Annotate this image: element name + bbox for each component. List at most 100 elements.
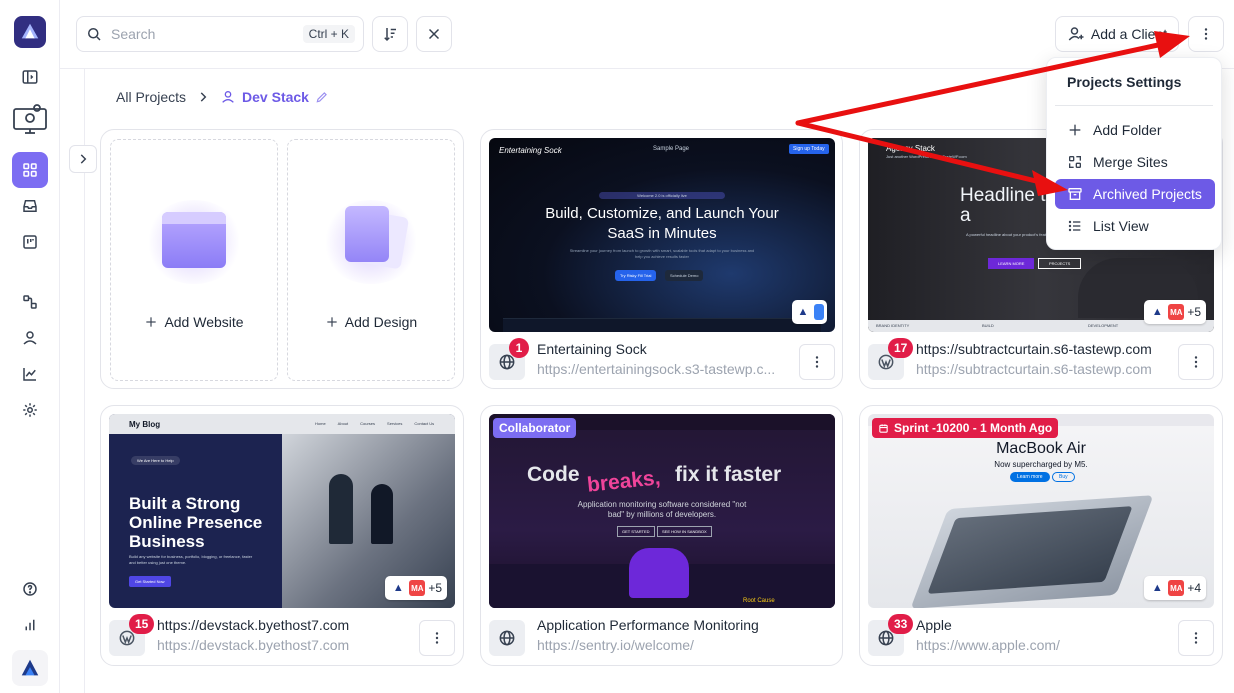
add-items-card: Add Website Add Design	[100, 129, 464, 389]
board-icon[interactable]	[12, 224, 48, 260]
client-user-icon	[222, 91, 234, 103]
assignee-avatar: MA	[1168, 580, 1185, 596]
thumb-sub: Application monitoring software consider…	[577, 500, 747, 519]
project-meta: 15 https://devstack.byethost7.com https:…	[109, 614, 455, 660]
notification-count: 1	[509, 338, 529, 358]
project-url[interactable]: https://subtractcurtain.s6-tastewp.com	[916, 361, 1166, 377]
add-client-button[interactable]: Add a Client	[1055, 16, 1179, 52]
more-options-button[interactable]	[1188, 16, 1224, 52]
project-thumbnail[interactable]: My Blog Home About Courses Services Cont…	[109, 414, 455, 608]
help-icon[interactable]	[12, 571, 48, 607]
sort-button[interactable]	[372, 16, 408, 52]
sidebar	[0, 0, 60, 693]
notification-count: 33	[888, 614, 914, 634]
plus-icon	[1069, 124, 1081, 136]
assignee-logo-icon: ▲	[795, 304, 811, 320]
breadcrumb-current[interactable]: Dev Stack	[220, 89, 329, 105]
add-design-tile[interactable]: Add Design	[287, 139, 455, 381]
search-box[interactable]: Ctrl + K	[76, 16, 364, 52]
project-url[interactable]: https://www.apple.com/	[916, 637, 1166, 653]
menu-item-list-view[interactable]: List View	[1055, 211, 1215, 241]
menu-item-add-folder[interactable]: Add Folder	[1055, 115, 1215, 145]
project-url[interactable]: https://sentry.io/welcome/	[537, 637, 787, 653]
add-website-label: Add Website	[144, 314, 244, 330]
app-root: Ctrl + K Add a Client All Projects Dev S…	[0, 0, 1234, 693]
project-title[interactable]: Apple	[916, 617, 952, 633]
project-title[interactable]: https://devstack.byethost7.com	[157, 617, 349, 633]
project-title[interactable]: Application Performance Monitoring	[537, 617, 759, 633]
assignees-chip[interactable]: ▲ MA +5	[385, 576, 447, 600]
assignee-logo-icon: ▲	[390, 580, 407, 596]
collaborator-tag: Collaborator	[493, 418, 577, 438]
globe-icon: 33	[868, 614, 914, 656]
toggle-sidebar-icon[interactable]	[12, 59, 48, 95]
website-illustration-icon	[134, 192, 254, 292]
menu-item-label: Add Folder	[1093, 122, 1162, 138]
close-icon	[428, 28, 440, 40]
project-card[interactable]: Code breaks, fix it faster Application m…	[480, 405, 843, 666]
expand-panel-button[interactable]	[69, 145, 97, 173]
brand-logo-icon[interactable]	[12, 650, 48, 686]
assignees-chip[interactable]: ▲	[792, 300, 827, 324]
merge-icon	[1069, 156, 1081, 168]
thumb-pill: Welcome 2.0 is officially live	[599, 192, 725, 199]
thumb-sub: Now supercharged by M5.	[994, 460, 1088, 469]
extra-assignees: +4	[1187, 581, 1201, 595]
add-client-label: Add a Client	[1090, 26, 1168, 42]
thumb-nav: Sample Page	[653, 146, 690, 152]
thumb-secondary-btn: PROJECTS	[1038, 258, 1082, 269]
thumb-primary-btn: Try Risky Fill Trial	[615, 270, 657, 281]
wordpress-icon: 17	[868, 338, 914, 380]
user-icon[interactable]	[12, 320, 48, 356]
workflow-icon[interactable]	[12, 284, 48, 320]
inbox-icon[interactable]	[12, 188, 48, 224]
app-logo[interactable]	[14, 16, 46, 48]
project-menu-button[interactable]	[1178, 620, 1214, 656]
calendar-icon	[879, 423, 888, 433]
project-menu-button[interactable]	[799, 344, 835, 380]
assignees-chip[interactable]: ▲ MA +4	[1144, 576, 1206, 600]
settings-gear-icon[interactable]	[12, 392, 48, 428]
project-url[interactable]: https://entertainingsock.s3-tastewp.c...	[537, 361, 787, 377]
assignees-chip[interactable]: ▲ MA +5	[1144, 300, 1206, 324]
monitor-settings-icon[interactable]	[11, 102, 49, 136]
project-title[interactable]: Entertaining Sock	[537, 341, 647, 357]
sprint-tag: Sprint -10200 - 1 Month Ago	[872, 418, 1059, 438]
project-menu-button[interactable]	[419, 620, 455, 656]
thumb-secondary-btn: Buy	[1052, 472, 1075, 482]
thumb-primary-btn: Learn more	[1010, 472, 1050, 482]
menu-item-label: List View	[1093, 218, 1149, 234]
breadcrumb-root[interactable]: All Projects	[116, 89, 186, 105]
add-website-tile[interactable]: Add Website	[110, 139, 278, 381]
user-plus-icon	[1068, 27, 1084, 41]
menu-item-merge-sites[interactable]: Merge Sites	[1055, 147, 1215, 177]
thumb-cta: Sign up Today	[789, 144, 829, 154]
project-url[interactable]: https://devstack.byethost7.com	[157, 637, 407, 653]
project-card[interactable]: MacBook Air Now supercharged by M5. Lear…	[859, 405, 1223, 666]
project-menu-button[interactable]	[1178, 344, 1214, 380]
edit-pencil-icon[interactable]	[315, 90, 329, 104]
menu-item-archived-projects[interactable]: Archived Projects	[1055, 179, 1215, 209]
thumb-headline: Built a Strong Online Presence Business	[129, 494, 263, 551]
analytics-icon[interactable]	[12, 356, 48, 392]
extra-assignees: +5	[1187, 305, 1201, 319]
kebab-icon	[435, 632, 439, 644]
thumb-panel: Root Cause	[743, 598, 775, 604]
projects-grid-icon[interactable]	[12, 152, 48, 188]
kebab-icon	[1194, 356, 1198, 368]
project-thumbnail[interactable]: Code breaks, fix it faster Application m…	[489, 414, 835, 608]
kebab-icon	[1204, 28, 1208, 40]
project-thumbnail[interactable]: MacBook Air Now supercharged by M5. Lear…	[868, 414, 1214, 608]
project-thumbnail[interactable]: Entertaining Sock Sample Page Sign up To…	[489, 138, 835, 332]
clear-filter-button[interactable]	[416, 16, 452, 52]
project-meta: Application Performance Monitoring https…	[489, 616, 835, 660]
project-card[interactable]: Entertaining Sock Sample Page Sign up To…	[480, 129, 843, 389]
stats-icon[interactable]	[12, 607, 48, 643]
chevron-right-icon	[200, 92, 207, 102]
assignee-avatar	[814, 304, 824, 320]
project-card[interactable]: My Blog Home About Courses Services Cont…	[100, 405, 464, 666]
search-input[interactable]	[111, 26, 303, 42]
menu-divider	[1055, 105, 1213, 106]
sort-icon	[384, 28, 396, 42]
project-title[interactable]: https://subtractcurtain.s6-tastewp.com	[916, 341, 1152, 357]
